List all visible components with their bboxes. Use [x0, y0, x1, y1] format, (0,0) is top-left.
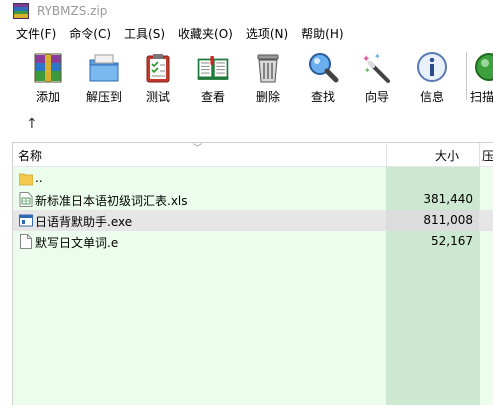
find-button[interactable]: 查找: [299, 50, 347, 108]
file-name: 默写日文单词.e: [35, 236, 119, 250]
add-archive-icon: [31, 50, 65, 86]
column-header-size[interactable]: 大小: [387, 147, 459, 164]
menu-favorites[interactable]: 收藏夹(O): [178, 25, 240, 42]
menu-bar: 文件(F) 命令(C) 工具(S) 收藏夹(O) 选项(N) 帮助(H): [0, 22, 493, 44]
magnifier-icon: [306, 50, 340, 86]
list-header: 名称 ﹀ 大小 压: [13, 143, 493, 167]
wizard-button[interactable]: ✦ ✦ ✦ 向导: [353, 50, 401, 108]
find-label: 查找: [310, 90, 335, 104]
delete-button[interactable]: 删除: [244, 50, 292, 108]
window-title: RYBMZS.zip: [37, 3, 108, 18]
toolbar: 添加 解压到 测试 查看 删除 查找 ✦ ✦ ✦ 向导 信息 扫描: [0, 44, 493, 110]
info-button[interactable]: 信息: [408, 50, 456, 108]
scan-label: 扫描: [470, 90, 493, 104]
list-rows: .. 新标准日本语初级词汇表.xls 381,440 日语背默助手.exe 81…: [13, 168, 493, 252]
list-item[interactable]: 新标准日本语初级词汇表.xls 381,440: [13, 189, 493, 210]
file-size: 52,167: [431, 234, 473, 248]
sort-indicator-icon: ﹀: [193, 144, 203, 154]
executable-file-icon: [19, 213, 33, 228]
menu-commands[interactable]: 命令(C): [69, 25, 118, 42]
extract-to-label: 解压到: [85, 90, 122, 104]
add-button[interactable]: 添加: [24, 50, 72, 108]
file-name: 日语背默助手.exe: [35, 215, 133, 229]
scan-icon: [470, 50, 493, 86]
spreadsheet-file-icon: [19, 192, 33, 207]
file-size: [386, 168, 479, 189]
file-size: 381,440: [423, 192, 473, 206]
folder-icon: [18, 171, 34, 186]
file-name: 新标准日本语初级词汇表.xls: [35, 194, 188, 208]
column-header-packed[interactable]: 压: [482, 147, 493, 164]
file-name: ..: [35, 171, 43, 185]
list-item-selected[interactable]: 日语背默助手.exe 811,008: [13, 210, 493, 231]
toolbar-separator: [466, 52, 467, 100]
view-book-icon: [196, 50, 230, 86]
list-item-parent[interactable]: ..: [13, 168, 493, 189]
extract-folder-icon: [87, 50, 121, 86]
file-size: 811,008: [386, 210, 479, 231]
info-label: 信息: [419, 90, 444, 104]
winrar-app-icon: [13, 2, 29, 19]
svg-text:✦: ✦: [374, 52, 381, 61]
add-label: 添加: [35, 90, 60, 104]
wizard-label: 向导: [364, 90, 389, 104]
list-item[interactable]: 默写日文单词.e 52,167: [13, 231, 493, 252]
nav-bar: ↑: [12, 112, 493, 136]
svg-text:✦: ✦: [364, 66, 371, 75]
delete-label: 删除: [255, 90, 280, 104]
title-bar: RYBMZS.zip: [0, 0, 493, 21]
extract-to-button[interactable]: 解压到: [80, 50, 128, 108]
view-label: 查看: [200, 90, 225, 104]
info-icon: [415, 50, 449, 86]
test-clipboard-icon: [141, 50, 175, 86]
column-header-name[interactable]: 名称: [18, 147, 42, 164]
scan-button[interactable]: 扫描: [470, 50, 493, 108]
test-label: 测试: [145, 90, 170, 104]
trash-icon: [251, 50, 285, 86]
menu-help[interactable]: 帮助(H): [301, 25, 350, 42]
up-arrow-icon[interactable]: ↑: [26, 116, 38, 132]
menu-file[interactable]: 文件(F): [0, 25, 63, 42]
header-divider[interactable]: [479, 143, 480, 167]
svg-text:✦: ✦: [362, 54, 370, 65]
wizard-wand-icon: ✦ ✦ ✦: [360, 50, 394, 86]
file-list[interactable]: 名称 ﹀ 大小 压 .. 新标准日本语初级词汇表.xls 381,440 日语背…: [12, 142, 493, 405]
view-button[interactable]: 查看: [189, 50, 237, 108]
blank-file-icon: [19, 234, 33, 249]
menu-tools[interactable]: 工具(S): [124, 25, 172, 42]
test-button[interactable]: 测试: [134, 50, 182, 108]
menu-options[interactable]: 选项(N): [246, 25, 295, 42]
